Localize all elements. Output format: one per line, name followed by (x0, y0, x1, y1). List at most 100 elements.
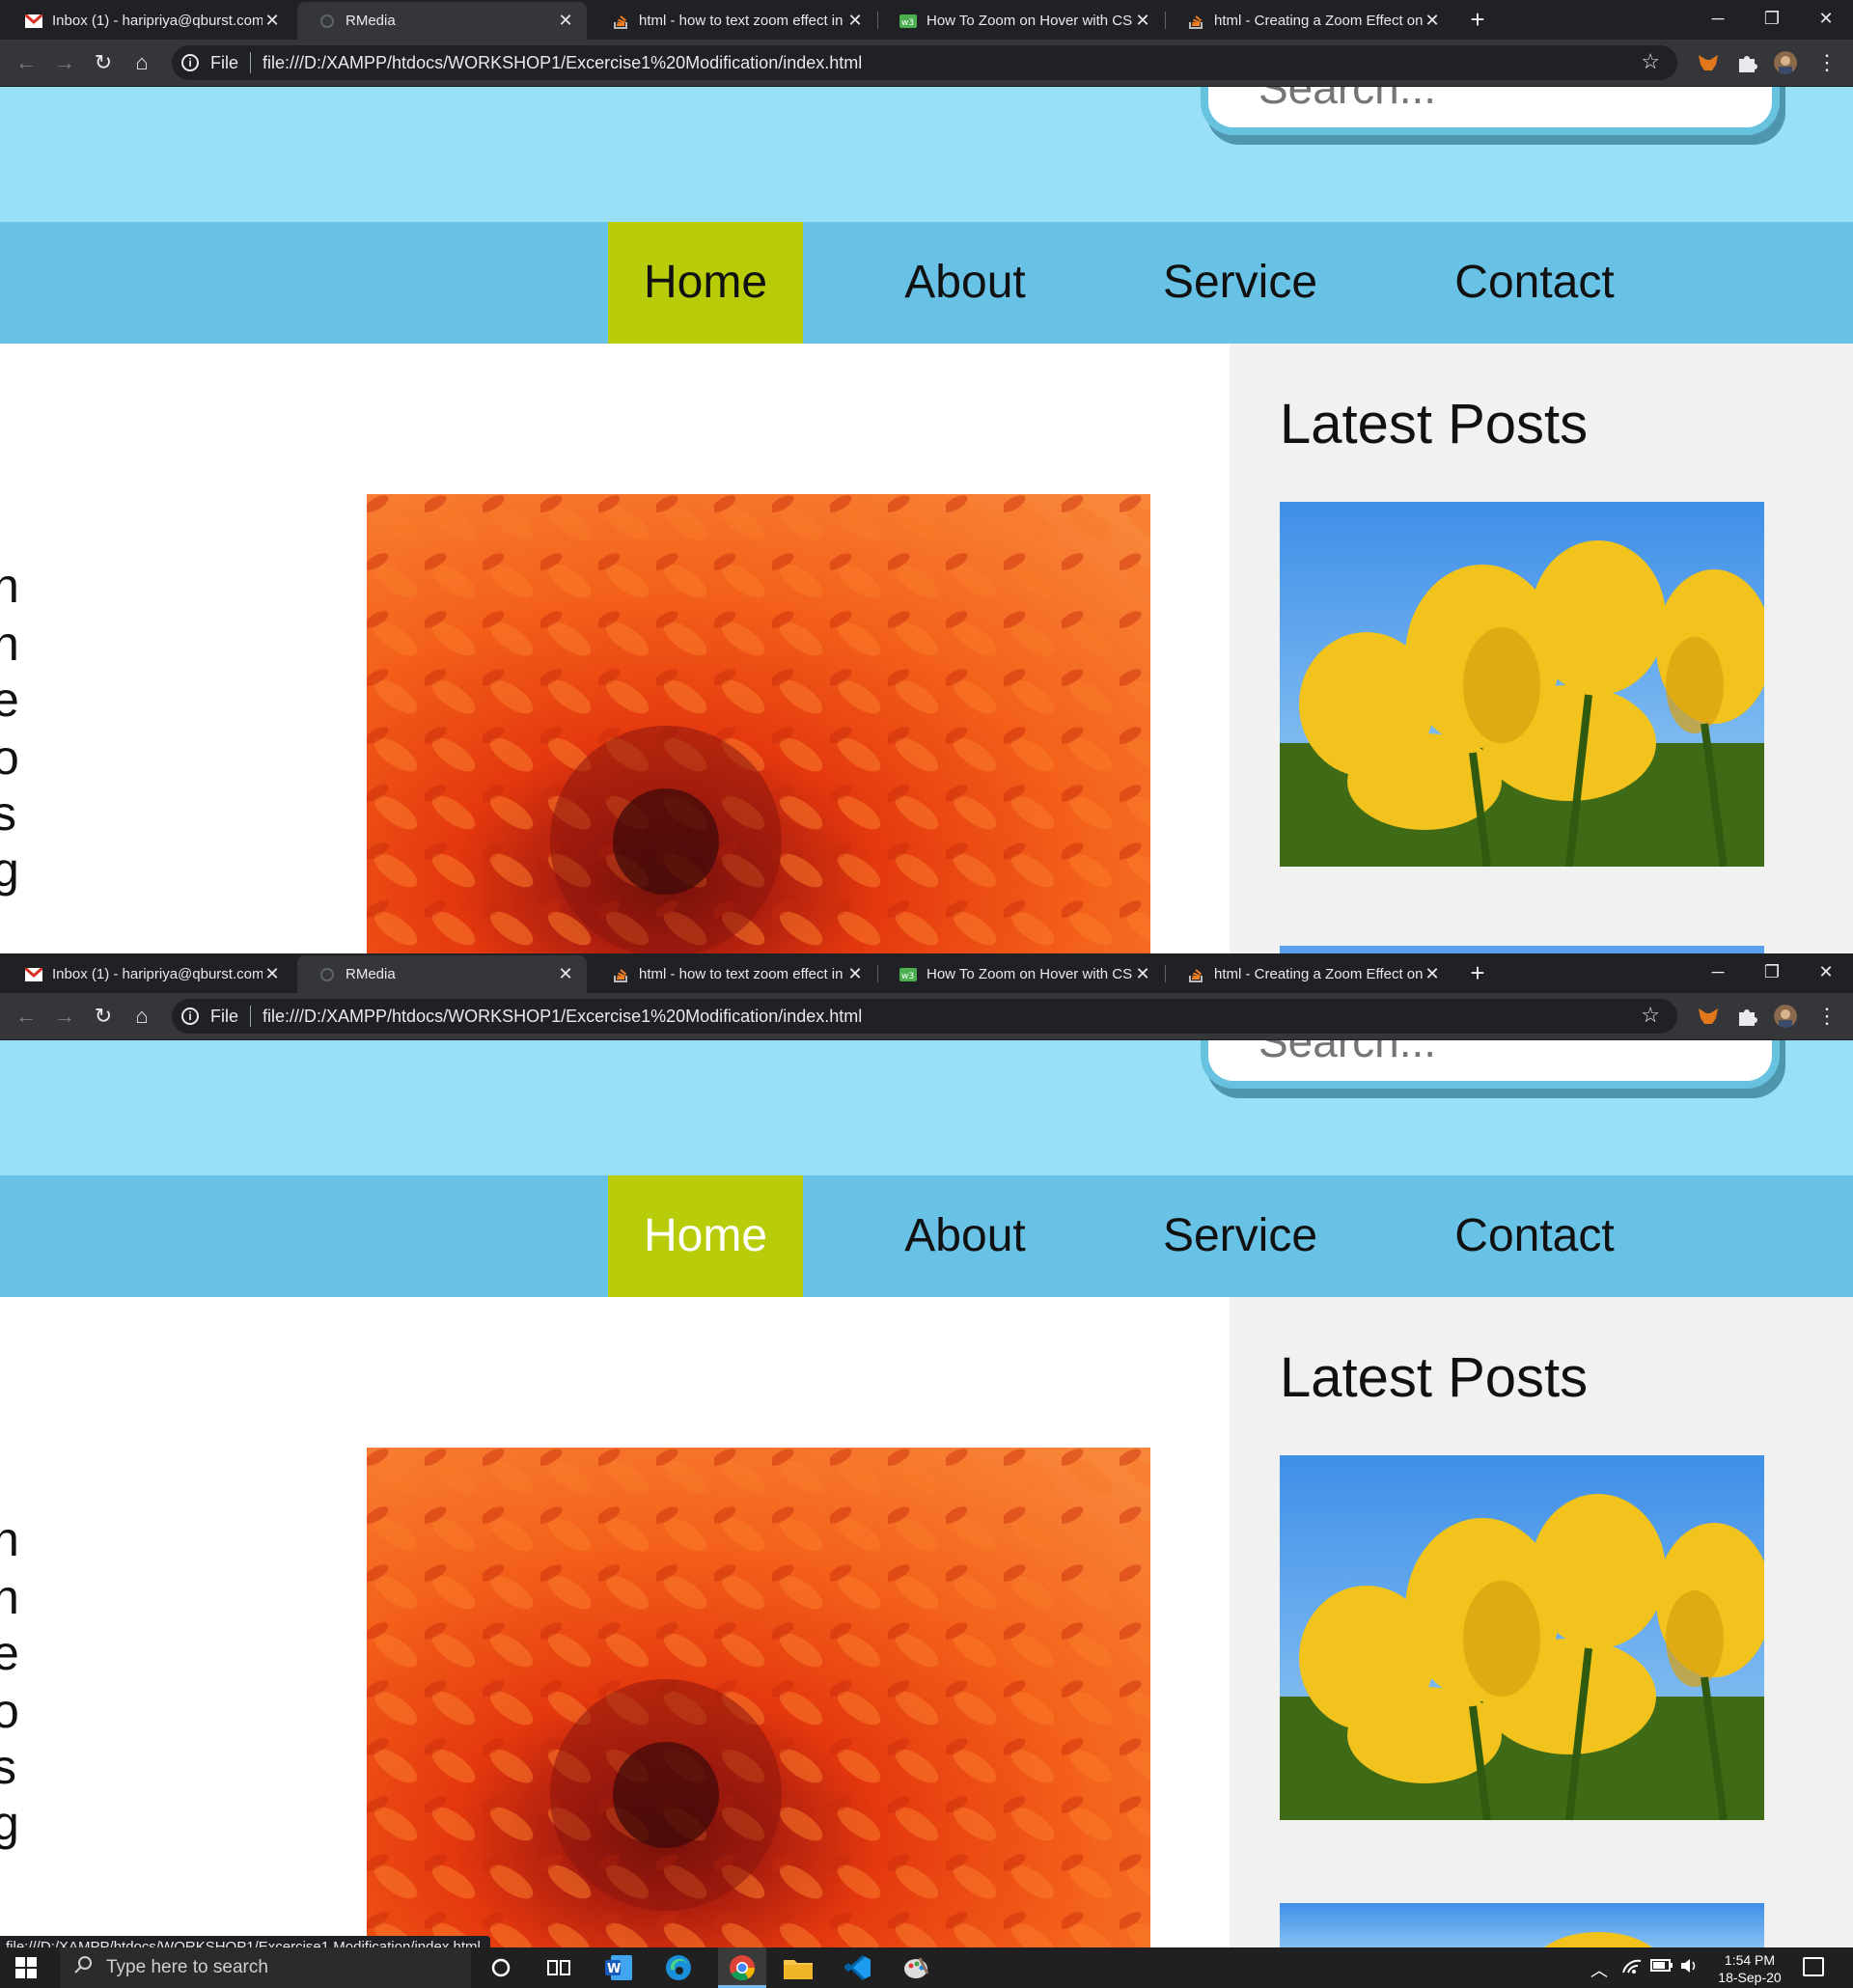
nav-contact[interactable]: Contact (1428, 222, 1641, 344)
nav-about[interactable]: About (869, 222, 1062, 344)
new-tab-plus-icon[interactable]: + (1463, 6, 1492, 35)
nav-service[interactable]: Service (1139, 222, 1341, 344)
clipped-text: n (0, 1570, 19, 1624)
stackoverflow-icon (612, 13, 629, 30)
close-icon[interactable]: ✕ (1133, 964, 1152, 984)
chrome-icon[interactable] (728, 1953, 757, 1982)
tab-title: How To Zoom on Hover with CSS (926, 13, 1133, 29)
reload-icon[interactable]: ↻ (89, 49, 118, 78)
vscode-icon[interactable] (844, 1953, 872, 1982)
main-content: n n e o s g (0, 344, 1230, 953)
task-view-icon[interactable] (544, 1953, 573, 1982)
bookmark-star-icon[interactable]: ☆ (1641, 49, 1660, 74)
cortana-circle-icon[interactable] (486, 1953, 515, 1982)
close-icon[interactable]: ✕ (556, 11, 575, 31)
browser-toolbar: ← → ↻ ⌂ i File file:///D:/XAMPP/htdocs/W… (0, 993, 1853, 1040)
menu-kebab-icon[interactable]: ⋮ (1812, 1003, 1841, 1032)
close-icon[interactable]: ✕ (556, 964, 575, 984)
forward-arrow-icon[interactable]: → (50, 1003, 79, 1032)
tab-stackoverflow-2[interactable]: html - Creating a Zoom Effect on ✕ (1166, 2, 1453, 40)
info-icon[interactable]: i (181, 54, 199, 71)
nav-home[interactable]: Home (608, 222, 803, 344)
flower-image[interactable] (367, 1448, 1150, 1947)
home-icon[interactable]: ⌂ (127, 49, 156, 78)
reload-icon[interactable]: ↻ (89, 1003, 118, 1032)
tab-w3schools[interactable]: w3 How To Zoom on Hover with CSS ✕ (878, 955, 1164, 993)
back-arrow-icon[interactable]: ← (12, 49, 41, 78)
notifications-icon[interactable] (1803, 1957, 1824, 1976)
close-icon[interactable]: ✕ (845, 11, 865, 31)
metamask-fox-icon[interactable] (1697, 51, 1720, 74)
search-input[interactable]: Search... (1201, 87, 1780, 135)
minimize-icon[interactable]: ─ (1691, 0, 1745, 37)
file-explorer-folder-icon[interactable] (784, 1953, 813, 1982)
close-icon[interactable]: ✕ (845, 964, 865, 984)
taskbar-clock[interactable]: 1:54 PM 18-Sep-20 (1706, 1951, 1793, 1986)
nav-service[interactable]: Service (1139, 1175, 1341, 1297)
restore-icon[interactable]: ❐ (1745, 0, 1799, 37)
tulip-image[interactable] (1280, 502, 1764, 867)
tab-title: html - Creating a Zoom Effect on (1214, 966, 1423, 982)
nav-contact[interactable]: Contact (1428, 1175, 1641, 1297)
nav-about[interactable]: About (869, 1175, 1062, 1297)
tab-rmedia[interactable]: RMedia ✕ (297, 2, 587, 40)
metamask-fox-icon[interactable] (1697, 1005, 1720, 1028)
back-arrow-icon[interactable]: ← (12, 1003, 41, 1032)
minimize-icon[interactable]: ─ (1691, 953, 1745, 990)
extensions-puzzle-icon[interactable] (1735, 1005, 1758, 1028)
svg-text:w3: w3 (901, 972, 914, 981)
window-close-icon[interactable]: ✕ (1799, 0, 1853, 37)
main-content: n n e o s g (0, 1297, 1230, 1947)
tab-w3schools[interactable]: w3 How To Zoom on Hover with CSS ✕ (878, 2, 1164, 40)
paint-palette-icon[interactable] (901, 1953, 930, 1982)
tab-rmedia[interactable]: RMedia ✕ (297, 955, 587, 993)
flower-image[interactable] (367, 494, 1150, 953)
tab-stackoverflow-1[interactable]: html - how to text zoom effect in ✕ (591, 2, 876, 40)
close-icon[interactable]: ✕ (263, 964, 282, 984)
volume-icon[interactable] (1679, 1957, 1699, 1979)
home-icon[interactable]: ⌂ (127, 1003, 156, 1032)
edge-browser-icon[interactable] (664, 1953, 693, 1982)
avatar[interactable] (1774, 51, 1797, 74)
chevron-up-icon[interactable]: ︿ (1590, 1957, 1608, 1982)
word-icon[interactable]: W (604, 1953, 633, 1982)
tab-gmail[interactable]: Inbox (1) - haripriya@qburst.com ✕ (4, 955, 293, 993)
url-text[interactable]: file:///D:/XAMPP/htdocs/WORKSHOP1/Excerc… (263, 1007, 862, 1027)
web-page: Search... Home About Service Contact n n… (0, 87, 1853, 953)
new-tab-plus-icon[interactable]: + (1463, 959, 1492, 988)
tab-stackoverflow-1[interactable]: html - how to text zoom effect in ✕ (591, 955, 876, 993)
address-bar[interactable]: i File file:///D:/XAMPP/htdocs/WORKSHOP1… (172, 45, 1677, 80)
clock-date: 18-Sep-20 (1718, 1970, 1782, 1985)
w3schools-icon: w3 (899, 966, 917, 983)
extensions-puzzle-icon[interactable] (1735, 51, 1758, 74)
wifi-icon[interactable] (1621, 1957, 1643, 1979)
close-icon[interactable]: ✕ (1423, 11, 1442, 31)
sidebar-title: Latest Posts (1280, 393, 1589, 456)
loading-icon (318, 966, 336, 983)
window-close-icon[interactable]: ✕ (1799, 953, 1853, 990)
close-icon[interactable]: ✕ (263, 11, 282, 31)
tab-gmail[interactable]: Inbox (1) - haripriya@qburst.com ✕ (4, 2, 293, 40)
windows-start-icon[interactable] (15, 1957, 37, 1978)
nav-home[interactable]: Home (608, 1175, 803, 1297)
address-bar[interactable]: i File file:///D:/XAMPP/htdocs/WORKSHOP1… (172, 999, 1677, 1034)
url-text[interactable]: file:///D:/XAMPP/htdocs/WORKSHOP1/Excerc… (263, 53, 862, 73)
menu-kebab-icon[interactable]: ⋮ (1812, 49, 1841, 78)
close-icon[interactable]: ✕ (1133, 11, 1152, 31)
battery-icon[interactable] (1650, 1957, 1673, 1977)
info-icon[interactable]: i (181, 1008, 199, 1025)
bookmark-star-icon[interactable]: ☆ (1641, 1003, 1660, 1028)
gmail-icon (25, 13, 42, 30)
site-header: Search... (0, 87, 1853, 222)
taskbar-search-input[interactable]: Type here to search (60, 1947, 471, 1988)
close-icon[interactable]: ✕ (1423, 964, 1442, 984)
avatar[interactable] (1774, 1005, 1797, 1028)
search-input[interactable]: Search... (1201, 1040, 1780, 1089)
restore-icon[interactable]: ❐ (1745, 953, 1799, 990)
stackoverflow-icon (1187, 13, 1204, 30)
forward-arrow-icon[interactable]: → (50, 49, 79, 78)
tulip-image[interactable] (1280, 1455, 1764, 1820)
tab-stackoverflow-2[interactable]: html - Creating a Zoom Effect on ✕ (1166, 955, 1453, 993)
tulip-image[interactable] (1280, 1903, 1764, 1947)
tulip-image[interactable] (1280, 946, 1764, 953)
